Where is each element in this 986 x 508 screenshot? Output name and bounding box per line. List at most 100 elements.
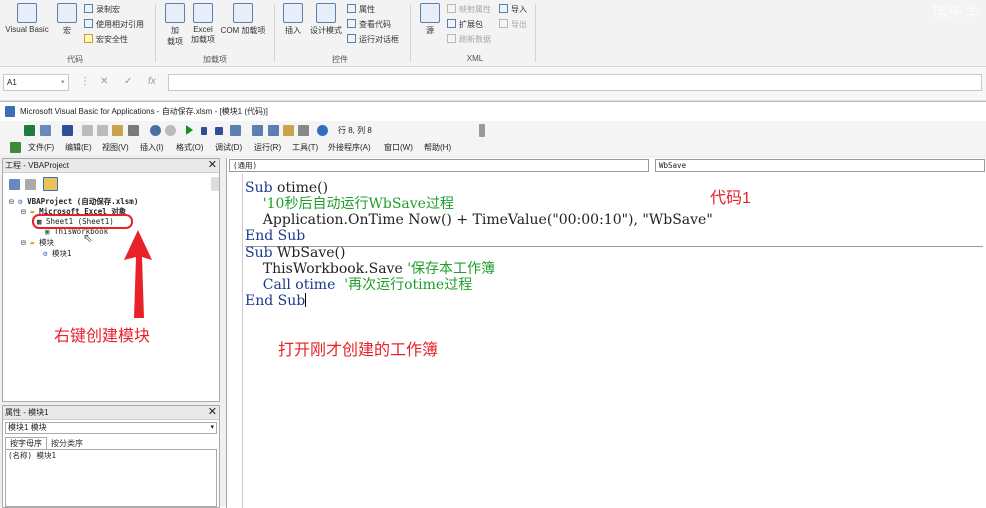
properties-panel: 属性 - 模块1 ✕ 模块1 模块 ▾ 按字母序 按分类序 (名称) 模块1	[2, 405, 220, 508]
menu-format[interactable]: 格式(O)	[176, 140, 204, 155]
addins-button[interactable]: 加载项	[162, 3, 188, 47]
macro-security-button[interactable]: 宏安全性	[84, 34, 128, 46]
vbaproject-icon: ⚙	[18, 197, 23, 206]
toggle-folders-icon[interactable]	[43, 177, 58, 191]
close-icon[interactable]: ✕	[208, 406, 217, 419]
insert-module-icon[interactable]	[40, 125, 51, 136]
cancel-icon[interactable]: ✕	[100, 76, 108, 87]
vba-title: Microsoft Visual Basic for Applications …	[20, 107, 268, 116]
record-macro-button[interactable]: 录制宏	[84, 4, 120, 16]
refresh-data-button[interactable]: 刷新数据	[447, 34, 491, 46]
copy-icon[interactable]	[97, 125, 108, 136]
properties-window-icon[interactable]	[268, 125, 279, 136]
tab-categorized[interactable]: 按分类序	[47, 438, 87, 449]
addins-label: 加载项	[167, 26, 183, 46]
tree-root[interactable]: ⊟ ⚙ VBAProject (自动保存.xlsm)	[9, 197, 138, 207]
scrollbar-up-icon[interactable]	[211, 177, 219, 191]
paste-icon[interactable]	[112, 125, 123, 136]
vba-menu-bar: 文件(F) 编辑(E) 视图(V) 插入(I) 格式(O) 调试(D) 运行(R…	[0, 140, 986, 155]
folder-icon: ▰	[30, 238, 35, 247]
view-excel-icon[interactable]	[24, 125, 35, 136]
procedure-dropdown[interactable]: WbSave	[655, 159, 985, 172]
save-icon[interactable]	[62, 125, 73, 136]
run-dialog-button[interactable]: 运行对话框	[347, 34, 399, 46]
com-addins-button[interactable]: COM 加载项	[218, 3, 268, 36]
group-xml-label: XML	[466, 54, 484, 63]
name-box[interactable]: A1	[3, 74, 69, 91]
help-icon[interactable]	[317, 125, 328, 136]
tree-root-label: VBAProject (自动保存.xlsm)	[27, 197, 139, 206]
menu-edit[interactable]: 编辑(E)	[65, 140, 92, 155]
menu-addins[interactable]: 外接程序(A)	[328, 140, 371, 155]
code-line-4: End Sub	[245, 228, 306, 244]
menu-run[interactable]: 运行(R)	[254, 140, 281, 155]
vba-toolbar: 行 8, 列 8	[0, 121, 986, 140]
name-box-dropdown-icon[interactable]: ▾	[61, 78, 65, 86]
menu-debug[interactable]: 调试(D)	[215, 140, 242, 155]
code-line-1: Sub otime()	[245, 180, 328, 196]
excel-addins-button[interactable]: Excel 加载项	[188, 3, 218, 45]
menu-window[interactable]: 窗口(W)	[384, 140, 413, 155]
code-window: (通用) WbSave Sub otime() '10秒后自动运行WbSave过…	[226, 158, 986, 508]
toolbox-icon[interactable]	[298, 125, 309, 136]
export-button[interactable]: 导出	[499, 19, 527, 31]
xml-source-button[interactable]: 源	[417, 3, 443, 36]
mouse-cursor-icon: ⇖	[83, 231, 94, 245]
menu-file[interactable]: 文件(F)	[28, 140, 54, 155]
view-object-icon[interactable]	[25, 179, 36, 190]
run-icon[interactable]	[186, 125, 193, 135]
relative-reference-button[interactable]: 使用相对引用	[84, 19, 144, 31]
design-mode-button[interactable]: 设计模式	[308, 3, 344, 36]
import-button[interactable]: 导入	[499, 4, 527, 16]
code-comment: '再次运行otime过程	[344, 277, 473, 293]
menu-tools[interactable]: 工具(T)	[292, 140, 318, 155]
menu-view[interactable]: 视图(V)	[102, 140, 129, 155]
find-icon[interactable]	[128, 125, 139, 136]
project-explorer-icon[interactable]	[252, 125, 263, 136]
close-icon[interactable]: ✕	[208, 159, 217, 172]
chevron-down-icon: ▾	[210, 424, 214, 431]
object-dropdown[interactable]: (通用)	[229, 159, 649, 172]
xml-source-label: 源	[426, 26, 434, 35]
redo-icon[interactable]	[165, 125, 176, 136]
view-code-icon[interactable]	[9, 179, 20, 190]
tree-module1[interactable]: ⚙ 模块1	[43, 249, 72, 259]
expansion-packs-button[interactable]: 扩展包	[447, 19, 483, 31]
formula-input[interactable]	[168, 74, 982, 91]
menu-insert[interactable]: 插入(I)	[140, 140, 164, 155]
pause-icon[interactable]	[201, 127, 207, 135]
insert-function-icon[interactable]: fx	[148, 76, 156, 87]
menu-help[interactable]: 帮助(H)	[424, 140, 451, 155]
import-icon	[499, 4, 508, 13]
object-selector-value: 模块1 模块	[8, 423, 47, 432]
text-cursor	[305, 293, 307, 307]
gear-icon	[193, 3, 213, 23]
design-mode-icon[interactable]	[230, 125, 241, 136]
vba-menu-icon[interactable]	[10, 142, 21, 153]
property-row[interactable]: (名称) 模块1	[8, 451, 214, 461]
object-selector[interactable]: 模块1 模块 ▾	[5, 422, 217, 434]
relative-reference-label: 使用相对引用	[96, 20, 144, 29]
run-dialog-label: 运行对话框	[359, 35, 399, 44]
enter-icon[interactable]: ✓	[124, 76, 132, 87]
object-browser-icon[interactable]	[283, 125, 294, 136]
macros-button[interactable]: 宏	[55, 3, 79, 36]
visual-basic-button[interactable]: Visual Basic	[3, 3, 51, 34]
stop-icon[interactable]	[215, 127, 223, 135]
undo-icon[interactable]	[150, 125, 161, 136]
tree-modules[interactable]: ⊟ ▰ 模块	[21, 238, 54, 248]
watermark: 锛央华	[931, 4, 980, 21]
toolbar-grip-icon[interactable]	[479, 124, 485, 137]
proc-name: WbSave()	[277, 245, 346, 261]
view-code-button[interactable]: 查看代码	[347, 19, 391, 31]
procedure-dropdown-value: WbSave	[659, 161, 687, 170]
view-code-icon	[347, 19, 356, 28]
properties-button[interactable]: 属性	[347, 4, 375, 16]
code-statement: otime	[295, 277, 345, 293]
cut-icon[interactable]	[82, 125, 93, 136]
insert-control-button[interactable]: 插入	[280, 3, 306, 36]
tree-modules-label: 模块	[39, 238, 55, 247]
tab-alphabetic[interactable]: 按字母序	[5, 437, 47, 449]
macro-security-label: 宏安全性	[96, 35, 128, 44]
map-properties-button[interactable]: 映射属性	[447, 4, 491, 16]
